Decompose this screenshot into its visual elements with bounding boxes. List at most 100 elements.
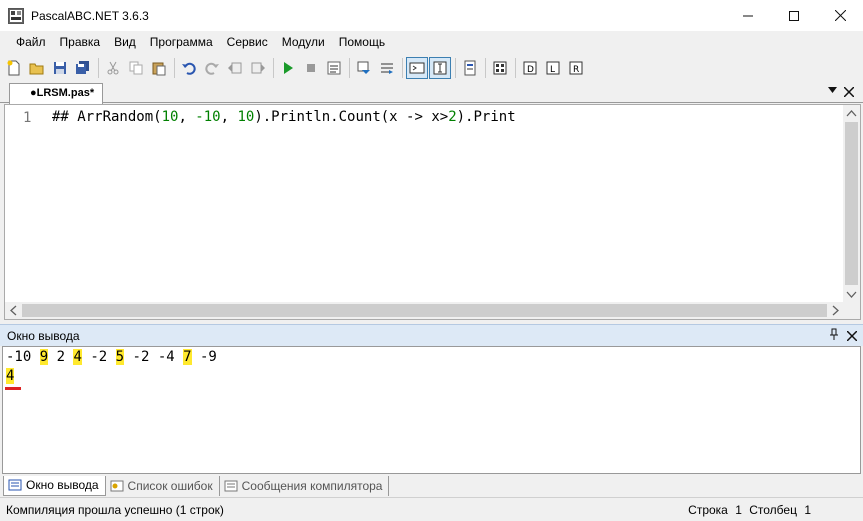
open-file-button[interactable] bbox=[26, 57, 48, 79]
save-all-icon bbox=[76, 60, 89, 74]
cursor-position: Строка 1 Столбец 1 bbox=[684, 503, 811, 517]
tab-compiler-messages[interactable]: Сообщения компилятора bbox=[220, 475, 390, 496]
menu-file[interactable]: Файл bbox=[9, 31, 53, 54]
redo-icon bbox=[205, 62, 219, 75]
chevron-down-icon bbox=[828, 87, 837, 93]
run-button[interactable] bbox=[277, 57, 299, 79]
navigate-back-icon bbox=[228, 62, 242, 73]
compiler-messages-icon bbox=[224, 480, 238, 491]
output-value: 5 bbox=[115, 349, 125, 365]
toolbar-separator bbox=[98, 57, 99, 78]
step-into-icon bbox=[357, 61, 370, 74]
editor-horizontal-scrollbar[interactable] bbox=[5, 302, 844, 319]
menu-program[interactable]: Программа bbox=[143, 31, 220, 54]
menu-help[interactable]: Помощь bbox=[332, 31, 392, 54]
code-token: ).Println.Count(x -> x> bbox=[254, 109, 449, 125]
horizontal-scroll-thumb[interactable] bbox=[22, 304, 827, 317]
compile-button[interactable] bbox=[323, 57, 345, 79]
module-l-button[interactable]: L bbox=[542, 57, 564, 79]
module-r-icon: R bbox=[569, 61, 583, 75]
navigate-back-button[interactable] bbox=[224, 57, 246, 79]
minimize-button[interactable] bbox=[725, 0, 771, 31]
output-value: -9 bbox=[200, 349, 217, 365]
error-list-icon bbox=[110, 480, 124, 491]
module-d-button[interactable]: D bbox=[519, 57, 541, 79]
redo-button[interactable] bbox=[201, 57, 223, 79]
save-button[interactable] bbox=[49, 57, 71, 79]
tab-lrsm-pas[interactable]: ●LRSM.pas* bbox=[9, 83, 103, 104]
code-number: 2 bbox=[448, 109, 457, 125]
output-value: 7 bbox=[183, 349, 192, 365]
module-l-icon: L bbox=[546, 61, 560, 75]
toolbar-separator bbox=[174, 57, 175, 78]
save-all-button[interactable] bbox=[72, 57, 94, 79]
bottom-panel-tabs: Окно вывода Список ошибок Сообщения комп… bbox=[0, 474, 863, 497]
output-value: 9 bbox=[39, 349, 49, 365]
output-line: -10 9 2 4 -2 5 -2 -4 7 -9 bbox=[6, 349, 217, 365]
close-output-button[interactable] bbox=[846, 326, 858, 344]
new-file-icon bbox=[7, 60, 20, 75]
toolbar-separator bbox=[455, 57, 456, 78]
col-value: 1 bbox=[804, 503, 811, 517]
vertical-scroll-thumb[interactable] bbox=[845, 122, 858, 285]
undo-button[interactable] bbox=[178, 57, 200, 79]
navigate-forward-button[interactable] bbox=[247, 57, 269, 79]
error-list-toggle-button[interactable] bbox=[429, 56, 451, 79]
tab-output-label: Окно вывода bbox=[26, 478, 99, 492]
close-button[interactable] bbox=[817, 0, 863, 31]
window-title: PascalABC.NET 3.6.3 bbox=[31, 8, 149, 23]
copy-icon bbox=[129, 61, 143, 74]
scroll-left-icon[interactable] bbox=[5, 302, 22, 319]
save-icon bbox=[54, 61, 66, 74]
form-designer-icon bbox=[464, 60, 476, 75]
code-line[interactable]: ## ArrRandom(10, -10, 10).Println.Count(… bbox=[52, 109, 516, 125]
tab-error-list[interactable]: Список ошибок bbox=[106, 475, 220, 496]
toolbar-separator bbox=[515, 57, 516, 78]
paste-button[interactable] bbox=[148, 57, 170, 79]
pin-button[interactable] bbox=[829, 328, 839, 343]
scroll-down-icon[interactable] bbox=[843, 286, 860, 303]
close-tab-button[interactable] bbox=[843, 83, 855, 100]
output-value: 2 bbox=[56, 349, 66, 365]
tab-label: ●LRSM.pas* bbox=[30, 87, 95, 99]
maximize-button[interactable] bbox=[771, 0, 817, 31]
menu-edit[interactable]: Правка bbox=[53, 31, 108, 54]
menu-bar: Файл Правка Вид Программа Сервис Модули … bbox=[0, 31, 863, 54]
module-d-icon: D bbox=[523, 61, 537, 75]
app-logo-icon bbox=[8, 7, 24, 24]
menu-modules[interactable]: Модули bbox=[275, 31, 332, 54]
format-code-button[interactable] bbox=[489, 57, 511, 79]
code-editor[interactable]: 1 ## ArrRandom(10, -10, 10).Println.Coun… bbox=[4, 104, 861, 320]
module-r-button[interactable]: R bbox=[565, 57, 587, 79]
output-window[interactable]: -10 9 2 4 -2 5 -2 -4 7 -9 4 bbox=[2, 346, 861, 474]
debug-step-over-button[interactable] bbox=[376, 57, 398, 79]
compile-icon bbox=[327, 61, 341, 74]
tab-list-dropdown[interactable] bbox=[828, 85, 837, 95]
svg-text:R: R bbox=[573, 65, 579, 75]
debug-step-button[interactable] bbox=[353, 57, 375, 79]
minimize-icon bbox=[743, 15, 753, 16]
form-designer-button[interactable] bbox=[459, 57, 481, 79]
svg-text:D: D bbox=[527, 65, 534, 75]
scroll-up-icon[interactable] bbox=[843, 105, 860, 122]
row-label: Строка bbox=[688, 503, 728, 517]
output-window-toggle-button[interactable] bbox=[406, 56, 428, 79]
editor-vertical-scrollbar[interactable] bbox=[843, 105, 860, 303]
new-file-button[interactable] bbox=[3, 57, 25, 79]
play-icon bbox=[284, 61, 293, 74]
text-cursor-icon bbox=[433, 61, 447, 74]
copy-button[interactable] bbox=[125, 57, 147, 79]
scroll-right-icon[interactable] bbox=[827, 302, 844, 319]
code-token: , bbox=[220, 109, 238, 125]
step-over-icon bbox=[381, 63, 393, 74]
menu-service[interactable]: Сервис bbox=[220, 31, 275, 54]
code-number: 10 bbox=[161, 109, 179, 125]
tab-output-window[interactable]: Окно вывода bbox=[3, 475, 106, 496]
status-message: Компиляция прошла успешно (1 строк) bbox=[6, 503, 224, 517]
stop-button[interactable] bbox=[300, 57, 322, 79]
toolbar: D L R bbox=[0, 54, 863, 81]
toolbar-separator bbox=[349, 57, 350, 78]
output-value: -2 bbox=[132, 349, 150, 365]
menu-view[interactable]: Вид bbox=[107, 31, 143, 54]
cut-button[interactable] bbox=[102, 57, 124, 79]
